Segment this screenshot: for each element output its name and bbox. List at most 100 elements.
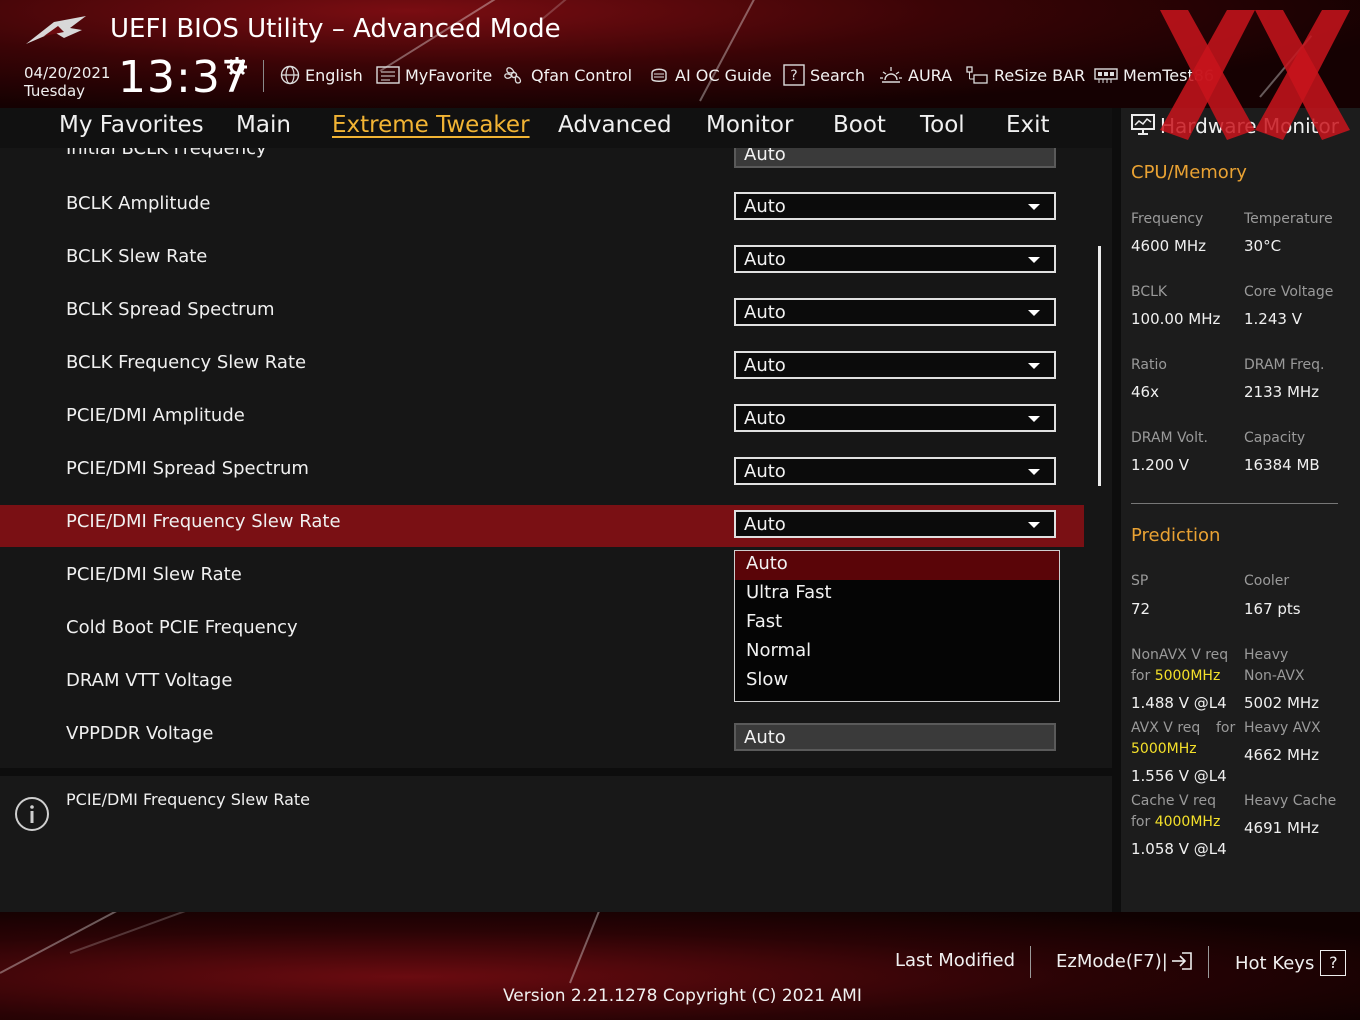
info-icon xyxy=(15,797,49,831)
last-modified-button[interactable]: Last Modified xyxy=(895,950,1015,971)
hot-keys-button[interactable]: Hot Keys ? xyxy=(1235,950,1347,976)
dropdown-option-auto[interactable]: Auto xyxy=(735,551,1059,580)
dropdown-bclk-frequency-slew-rate[interactable]: Auto xyxy=(734,351,1056,379)
hardware-monitor-divider xyxy=(1131,503,1338,504)
search-button[interactable]: ? Search xyxy=(783,64,865,86)
frequency-value: 4600 MHz xyxy=(1131,237,1207,255)
setting-label-pcie-dmi-amplitude: PCIE/DMI Amplitude xyxy=(66,405,245,426)
avx-target-freq: 5000MHz xyxy=(1131,741,1197,757)
dropdown-bclk-slew-rate[interactable]: Auto xyxy=(734,245,1056,273)
setting-value-initial-bclk-frequency[interactable]: Auto xyxy=(734,148,1056,168)
tab-tool[interactable]: Tool xyxy=(920,112,965,138)
footer-divider xyxy=(1208,946,1209,978)
option-label: Fast xyxy=(746,611,783,632)
version-text: Version 2.21.1278 Copyright (C) 2021 AMI xyxy=(503,986,862,1006)
bclk-label: BCLK xyxy=(1131,284,1168,300)
dropdown-pcie-dmi-frequency-slew-rate[interactable]: Auto xyxy=(734,510,1056,538)
heavy-cache-value: 4691 MHz xyxy=(1244,819,1320,837)
help-key-icon: ? xyxy=(1320,950,1347,976)
dropdown-bclk-amplitude[interactable]: Auto xyxy=(734,192,1056,220)
tab-boot[interactable]: Boot xyxy=(833,112,886,138)
tab-monitor[interactable]: Monitor xyxy=(706,112,793,138)
footer-divider xyxy=(1030,946,1031,978)
dropdown-pcie-dmi-spread-spectrum[interactable]: Auto xyxy=(734,457,1056,485)
dropdown-option-fast[interactable]: Fast xyxy=(735,609,1059,638)
day-display: Tuesday xyxy=(24,82,86,100)
cache-for-line: for 4000MHz xyxy=(1131,814,1220,830)
cpu-memory-heading: CPU/Memory xyxy=(1131,162,1247,183)
header-divider xyxy=(263,60,264,92)
fan-icon xyxy=(504,67,522,84)
cache-target-freq: 4000MHz xyxy=(1154,814,1221,830)
aura-button[interactable]: AURA xyxy=(879,64,952,86)
dropdown-value: Auto xyxy=(744,355,786,376)
aura-icon xyxy=(880,67,902,83)
option-label: Normal xyxy=(746,640,812,661)
resize-bar-icon xyxy=(966,66,988,84)
nonavx-value: 1.488 V @L4 xyxy=(1131,694,1227,712)
heavy-avx-value: 4662 MHz xyxy=(1244,746,1320,764)
nonavx-target-freq: 5000MHz xyxy=(1154,668,1221,684)
prediction-heading: Prediction xyxy=(1131,525,1221,546)
setting-label-bclk-spread-spectrum: BCLK Spread Spectrum xyxy=(66,299,275,320)
gear-icon[interactable] xyxy=(226,56,248,78)
cooler-label: Cooler xyxy=(1244,573,1290,589)
resize-bar-button[interactable]: ReSize BAR xyxy=(965,64,1085,86)
setting-label-pcie-dmi-frequency-slew-rate: PCIE/DMI Frequency Slew Rate xyxy=(66,511,341,532)
setting-label-dram-vtt-voltage: DRAM VTT Voltage xyxy=(66,670,233,691)
monitor-icon xyxy=(1131,114,1155,135)
sp-value: 72 xyxy=(1131,600,1151,618)
date-display: 04/20/2021 xyxy=(24,64,111,82)
ratio-label: Ratio xyxy=(1131,357,1167,373)
heavy-cache-label: Heavy Cache xyxy=(1244,793,1337,809)
setting-value-vppddr-voltage[interactable]: Auto xyxy=(734,723,1056,751)
search-icon: ? xyxy=(783,64,805,86)
memtest-icon xyxy=(1094,68,1118,83)
app-title: UEFI BIOS Utility – Advanced Mode xyxy=(110,14,561,44)
setting-label-pcie-dmi-spread-spectrum: PCIE/DMI Spread Spectrum xyxy=(66,458,309,479)
tab-advanced[interactable]: Advanced xyxy=(558,112,672,138)
chevron-down-icon xyxy=(1028,310,1040,316)
bclk-value: 100.00 MHz xyxy=(1131,310,1221,328)
dropdown-value: Auto xyxy=(744,148,786,165)
setting-label-vppddr-voltage: VPPDDR Voltage xyxy=(66,723,214,744)
tab-main[interactable]: Main xyxy=(236,112,291,138)
xx-watermark-logo xyxy=(1160,10,1350,140)
sp-label: SP xyxy=(1131,573,1149,589)
help-text: PCIE/DMI Frequency Slew Rate xyxy=(66,790,311,809)
setting-label-initial-bclk-frequency: Initial BCLK Frequency xyxy=(66,148,267,159)
dram-freq-value: 2133 MHz xyxy=(1244,383,1320,401)
dropdown-pcie-dmi-amplitude[interactable]: Auto xyxy=(734,404,1056,432)
chevron-down-icon xyxy=(1028,257,1040,263)
dropdown-option-slow[interactable]: Slow xyxy=(735,667,1059,696)
cooler-value: 167 pts xyxy=(1244,600,1301,618)
dropdown-value: Auto xyxy=(744,408,786,429)
tab-exit[interactable]: Exit xyxy=(1006,112,1050,138)
ezmode-button[interactable]: EzMode(F7)| xyxy=(1056,950,1194,972)
tab-my-favorites[interactable]: My Favorites xyxy=(59,112,204,138)
scrollbar[interactable] xyxy=(1098,246,1101,486)
nonavx-for-label: for xyxy=(1131,668,1151,684)
setting-label-bclk-frequency-slew-rate: BCLK Frequency Slew Rate xyxy=(66,352,307,373)
dropdown-option-normal[interactable]: Normal xyxy=(735,638,1059,667)
myfavorite-button[interactable]: MyFavorite xyxy=(376,64,492,86)
language-label: English xyxy=(305,65,363,85)
dropdown-option-ultra-fast[interactable]: Ultra Fast xyxy=(735,580,1059,609)
ai-oc-guide-label: AI OC Guide xyxy=(675,65,772,85)
dropdown-options-list: Auto Ultra Fast Fast Normal Slow xyxy=(734,550,1060,702)
dropdown-value: Auto xyxy=(744,302,786,323)
qfan-control-button[interactable]: Qfan Control xyxy=(502,64,632,86)
chevron-down-icon xyxy=(1028,204,1040,210)
dropdown-bclk-spread-spectrum[interactable]: Auto xyxy=(734,298,1056,326)
exit-arrow-icon xyxy=(1171,952,1192,970)
chevron-down-icon xyxy=(1028,416,1040,422)
dropdown-value: Auto xyxy=(744,196,786,217)
tab-extreme-tweaker[interactable]: Extreme Tweaker xyxy=(332,112,530,138)
language-button[interactable]: English xyxy=(280,64,363,86)
chevron-down-icon xyxy=(1028,363,1040,369)
temperature-value: 30°C xyxy=(1244,237,1282,255)
setting-label-cold-boot-pcie-frequency: Cold Boot PCIE Frequency xyxy=(66,617,298,638)
frequency-label: Frequency xyxy=(1131,211,1204,227)
dram-volt-label: DRAM Volt. xyxy=(1131,430,1208,446)
ai-oc-guide-button[interactable]: AI OC Guide xyxy=(648,64,772,86)
